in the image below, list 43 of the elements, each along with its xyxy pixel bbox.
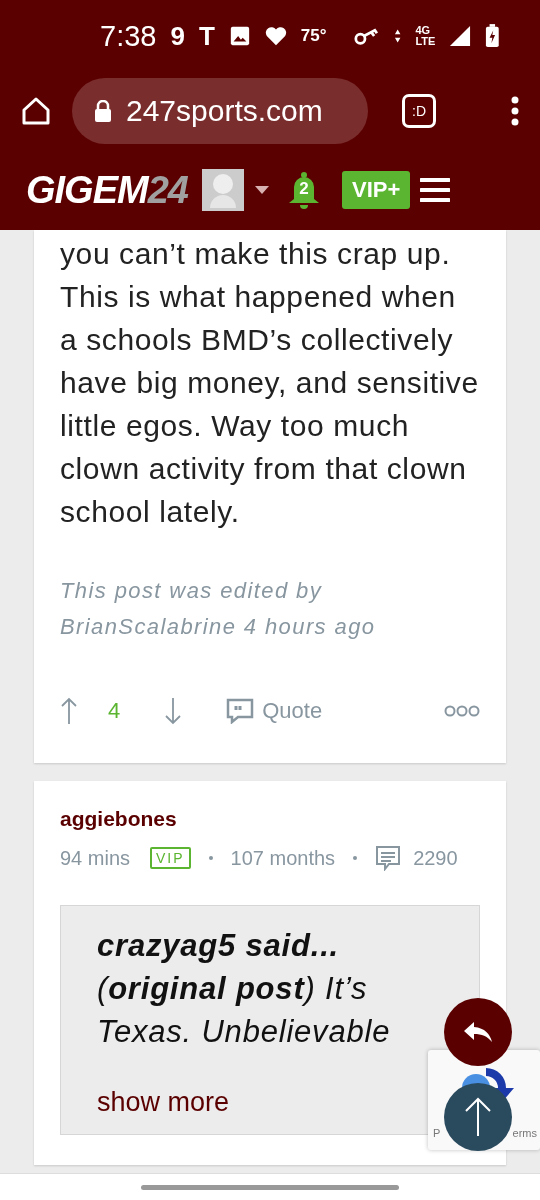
heart-icon — [264, 25, 287, 47]
signal-icon — [449, 24, 472, 48]
upvote-arrow-icon[interactable] — [60, 697, 78, 725]
downvote-arrow-icon[interactable] — [164, 697, 183, 725]
notification-glyph: 9 — [170, 20, 185, 52]
show-more-link[interactable]: show more — [97, 1087, 230, 1118]
comment-icon — [375, 845, 402, 871]
gesture-handle[interactable] — [141, 1184, 399, 1190]
post-body: you can’t make this crap up. This is what happened when a schools BMD’s collectively have big money, and sensitive little egos. Way too much clown activity from that clown school lately. — [60, 236, 480, 530]
recaptcha-terms-text[interactable]: erms — [512, 1127, 537, 1139]
data-arrows-icon — [394, 28, 402, 44]
menu-icon[interactable] — [510, 96, 520, 126]
vip-badge: VIP — [150, 847, 191, 869]
clock-time: 7:38 — [100, 19, 157, 53]
post-count: 2290 — [413, 846, 458, 870]
post-time: 94 mins — [60, 846, 131, 870]
quote-text: crazyag5 said... (original post) It’s Texas. Unbelievable — [97, 927, 392, 1051]
notification-glyph: T — [198, 20, 215, 52]
more-options-icon[interactable] — [444, 705, 480, 717]
network-type: 4G LTE — [415, 25, 436, 47]
home-icon[interactable] — [20, 95, 52, 127]
lock-icon — [94, 100, 112, 122]
key-icon — [354, 26, 381, 46]
up-arrow-icon — [464, 1097, 492, 1137]
quote-button[interactable]: Quote — [226, 698, 323, 724]
temperature: 75° — [300, 26, 327, 46]
site-logo[interactable]: GIGEM24 — [26, 168, 188, 212]
quote-bubble-icon — [226, 698, 255, 724]
hamburger-menu-icon[interactable] — [420, 177, 451, 203]
recaptcha-privacy-text[interactable]: P — [433, 1127, 441, 1139]
avatar[interactable] — [201, 169, 244, 211]
vip-plus-button[interactable]: VIP+ — [341, 171, 411, 209]
caret-icon[interactable] — [253, 185, 270, 195]
username[interactable]: aggiebones — [60, 781, 480, 831]
address-bar[interactable]: 247sports.com — [72, 78, 368, 144]
battery-icon — [485, 23, 500, 49]
member-tenure: 107 months — [230, 846, 336, 870]
vote-count: 4 — [108, 698, 121, 724]
reply-arrow-icon — [462, 1020, 494, 1044]
tab-switcher-button[interactable]: :D — [402, 94, 436, 128]
edited-note: This post was edited by BrianScalabrine 4 hours ago — [60, 577, 377, 641]
image-icon — [228, 24, 251, 48]
url-text: 247sports.com — [126, 94, 323, 128]
